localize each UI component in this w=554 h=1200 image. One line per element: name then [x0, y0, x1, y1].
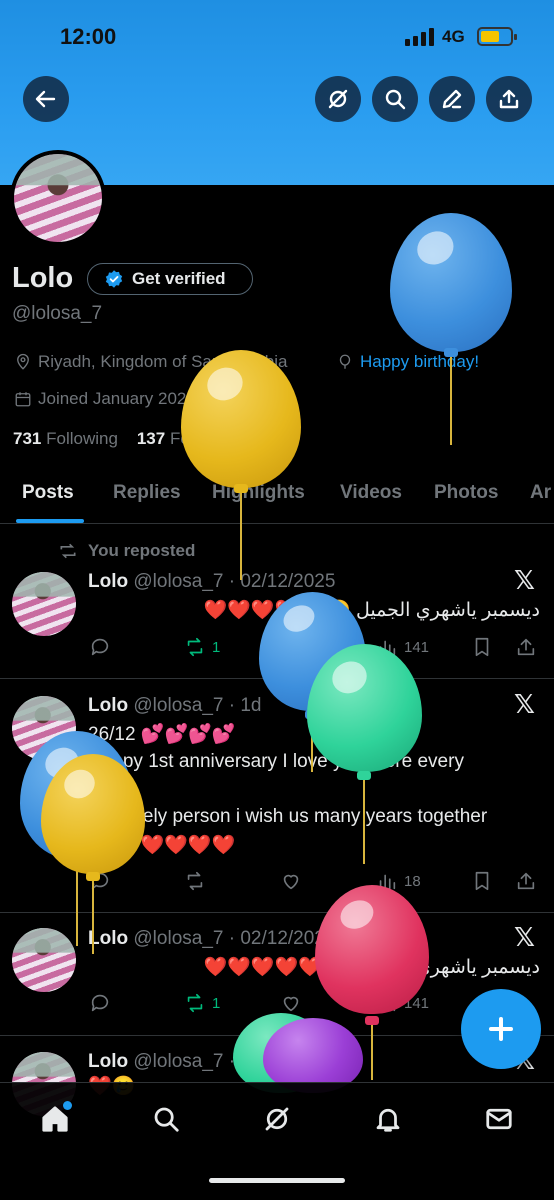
repost-count: 1 [212, 638, 221, 656]
x-logo-icon: 𝕏 [514, 923, 535, 953]
repost-icon [187, 993, 203, 1013]
x-logo-icon: 𝕏 [514, 566, 535, 596]
bookmark-icon [475, 871, 489, 891]
x-logo-icon: 𝕏 [514, 690, 535, 720]
birthday-balloon [41, 754, 145, 954]
nav-messages[interactable] [471, 1097, 527, 1141]
post-author: Lolo [88, 1051, 129, 1072]
repost-button[interactable]: 1 [184, 636, 220, 658]
signal-icon [405, 28, 435, 46]
like-button[interactable] [280, 992, 302, 1014]
reply-icon [91, 638, 109, 656]
repost-icon [60, 543, 76, 559]
calendar-icon [15, 392, 31, 407]
battery-icon [477, 27, 517, 46]
repost-button[interactable] [184, 870, 206, 892]
reply-button[interactable] [89, 992, 111, 1014]
like-button[interactable] [280, 870, 302, 892]
joined-text: Joined January 2022 [38, 389, 196, 408]
tab-videos[interactable]: Videos [340, 482, 402, 504]
status-bar: 12:00 4G [0, 0, 554, 70]
post-share-button[interactable] [515, 636, 537, 658]
back-arrow-icon [35, 90, 56, 108]
pencil-icon [442, 89, 462, 109]
messages-icon [486, 1108, 512, 1130]
search-button[interactable] [372, 76, 418, 122]
repost-icon [187, 637, 203, 657]
repost-label: You reposted [58, 541, 195, 561]
share-icon [517, 638, 535, 656]
tab-articles[interactable]: Ar [530, 482, 551, 504]
following-link[interactable]: 731 Following [13, 429, 118, 448]
post-text: ديسمبر ياشهري الجميل 🥲 ❤️❤️❤️❤️❤️ [203, 600, 540, 621]
following-count: 731 [13, 429, 42, 448]
nav-home[interactable] [27, 1097, 83, 1141]
nav-notifications[interactable] [360, 1097, 416, 1141]
share-icon [517, 872, 535, 890]
home-indicator [209, 1178, 345, 1183]
notification-dot [63, 1101, 72, 1110]
repost-count: 1 [212, 994, 221, 1012]
post-author: Lolo [88, 695, 129, 716]
joined-row: Joined January 2022 › [14, 389, 208, 409]
tab-posts[interactable]: Posts [22, 482, 74, 504]
post-meta: @lolosa_7 · 02/12/2025 [133, 928, 336, 949]
repost-button[interactable]: 1 [184, 992, 220, 1014]
search-icon [154, 1107, 179, 1132]
birthday-balloon [307, 644, 422, 864]
reply-icon [91, 994, 109, 1012]
compose-post-button[interactable] [461, 989, 541, 1069]
status-time: 12:00 [60, 24, 117, 49]
post-share-button[interactable] [515, 870, 537, 892]
post-avatar[interactable] [12, 572, 76, 636]
network-type: 4G [442, 27, 465, 46]
post-meta: @lolosa_7 · 1d [133, 695, 262, 716]
back-button[interactable] [23, 76, 69, 122]
nav-search[interactable] [138, 1097, 194, 1141]
post-author: Lolo [88, 571, 129, 592]
following-label: Following [46, 429, 118, 448]
followers-count: 137 [136, 429, 166, 448]
repost-icon [187, 871, 203, 891]
heart-icon [283, 874, 299, 890]
active-tab-indicator [16, 519, 84, 523]
birthday-balloon [390, 213, 512, 445]
grok-button[interactable] [315, 76, 361, 122]
notifications-icon [376, 1108, 400, 1132]
search-icon [385, 89, 406, 110]
tab-replies[interactable]: Replies [113, 482, 181, 504]
heart-icon [283, 996, 299, 1012]
profile-name: Lolo [12, 262, 74, 294]
grok-icon [265, 1107, 289, 1131]
bookmark-button[interactable] [471, 636, 493, 658]
nav-grok[interactable] [249, 1097, 305, 1141]
reply-button[interactable] [89, 636, 111, 658]
balloon-icon [339, 354, 351, 369]
get-verified-label: Get verified [132, 269, 226, 288]
get-verified-button[interactable]: Get verified [87, 263, 253, 295]
verified-badge-icon [105, 270, 123, 288]
profile-avatar[interactable] [10, 150, 106, 246]
share-icon [499, 89, 519, 109]
plus-icon [489, 1017, 513, 1041]
grok-icon [328, 89, 348, 109]
tab-photos[interactable]: Photos [434, 482, 498, 504]
edit-button[interactable] [429, 76, 475, 122]
birthday-balloon [181, 350, 301, 580]
share-button[interactable] [486, 76, 532, 122]
bookmark-button[interactable] [471, 870, 493, 892]
location-pin-icon [17, 353, 29, 370]
profile-handle: @lolosa_7 [12, 303, 103, 324]
bookmark-icon [475, 637, 489, 657]
repost-text: You reposted [88, 541, 196, 560]
post-header: Lolo @lolosa_7 · 1d [88, 695, 261, 717]
post-text-line: My lovely person i wish us many years to… [88, 806, 488, 827]
